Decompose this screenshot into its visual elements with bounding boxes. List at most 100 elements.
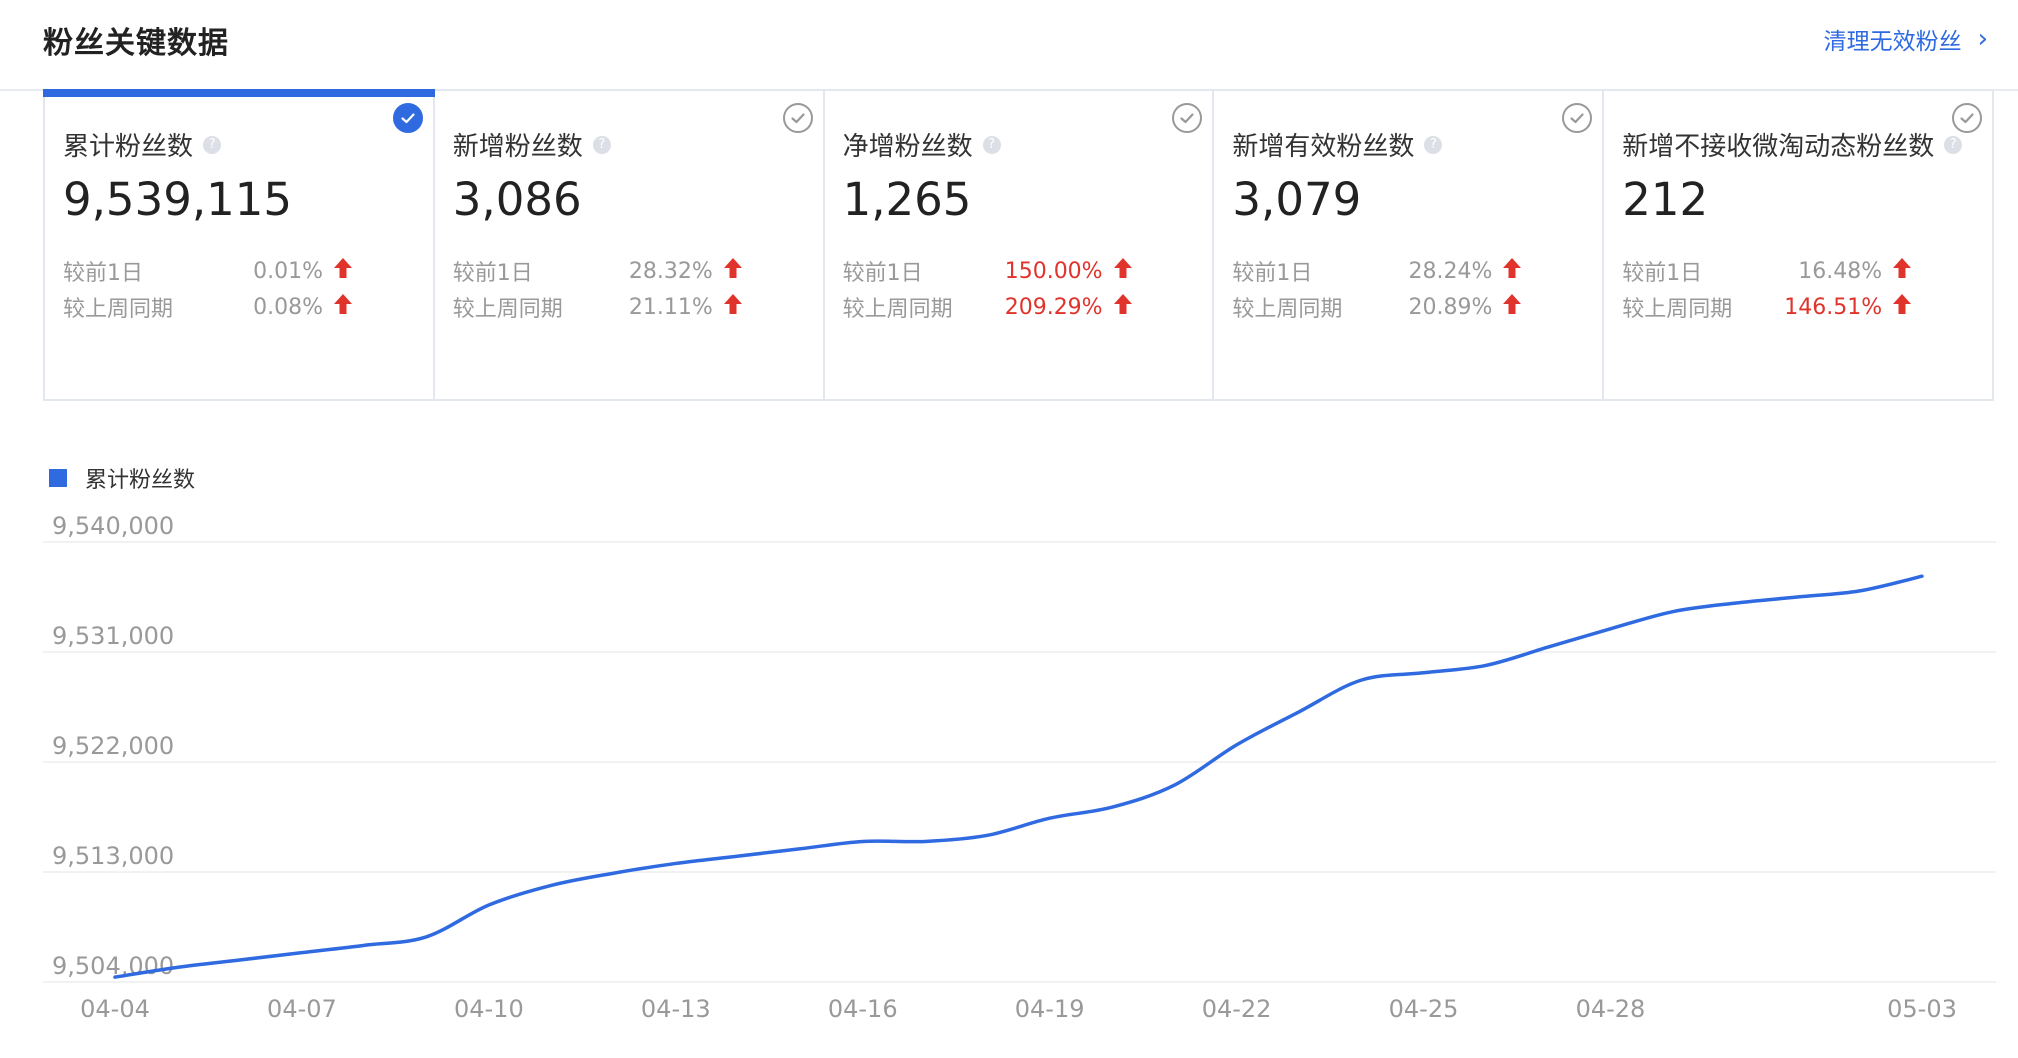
compare-value: 0.08% xyxy=(253,294,323,320)
data-point[interactable] xyxy=(234,954,246,966)
metric-value: 1,265 xyxy=(842,173,972,226)
data-point[interactable] xyxy=(421,931,433,943)
data-point[interactable] xyxy=(545,879,557,891)
check-circle-icon[interactable] xyxy=(1951,103,1982,133)
data-point[interactable] xyxy=(1542,641,1554,653)
compare-value: 209.29% xyxy=(1004,294,1103,320)
question-circle-icon[interactable]: ? xyxy=(1944,135,1963,154)
x-tick-label: 04-13 xyxy=(641,995,711,1023)
data-point[interactable] xyxy=(1480,659,1492,671)
data-point[interactable] xyxy=(732,850,744,862)
page-header: 粉丝关键数据 清理无效粉丝 › xyxy=(0,0,2018,91)
check-circle-icon[interactable] xyxy=(782,103,813,133)
data-point[interactable] xyxy=(483,899,495,911)
data-point[interactable] xyxy=(1168,779,1180,791)
data-point[interactable] xyxy=(607,867,619,879)
check-circle-icon[interactable] xyxy=(392,103,423,133)
data-point[interactable] xyxy=(1791,591,1803,603)
data-point[interactable] xyxy=(1854,585,1866,597)
x-tick-label: 04-25 xyxy=(1389,995,1459,1023)
x-tick-label: 04-10 xyxy=(454,995,524,1023)
question-circle-icon[interactable]: ? xyxy=(592,135,611,154)
data-point[interactable] xyxy=(171,961,183,973)
data-point[interactable] xyxy=(857,835,869,847)
data-point[interactable] xyxy=(981,829,993,841)
page-title: 粉丝关键数据 xyxy=(43,26,229,61)
chart-legend[interactable]: 累计粉丝数 xyxy=(49,462,195,494)
arrow-up-icon xyxy=(1892,257,1912,285)
y-tick-label: 9,540,000 xyxy=(52,512,174,540)
line-chart: 9,504,0009,513,0009,522,0009,531,0009,54… xyxy=(43,512,1996,1023)
metric-card-1[interactable]: 累计粉丝数? 9,539,115 较前1日 0.01% 较上周同期 0.08% xyxy=(43,89,435,401)
metric-label-text: 新增有效粉丝数 xyxy=(1232,132,1415,162)
arrow-up-icon xyxy=(1502,257,1522,285)
compare-label: 较前1日 xyxy=(842,261,923,286)
data-point[interactable] xyxy=(1604,623,1616,635)
metric-value: 9,539,115 xyxy=(63,173,293,226)
data-point[interactable] xyxy=(109,971,121,983)
x-tick-label: 04-22 xyxy=(1202,995,1272,1023)
metric-label: 净增粉丝数? xyxy=(843,129,1187,165)
data-point[interactable] xyxy=(1729,597,1741,609)
metric-value: 212 xyxy=(1622,173,1709,226)
clean-invalid-fans-link[interactable]: 清理无效粉丝 › xyxy=(1824,22,1988,56)
metric-label: 新增不接收微淘动态粉丝数? xyxy=(1622,129,1966,165)
compare-value: 28.32% xyxy=(628,258,713,284)
y-tick-label: 9,513,000 xyxy=(52,842,174,870)
compare-value: 16.48% xyxy=(1798,258,1883,284)
arrow-up-icon xyxy=(723,293,743,321)
series-line xyxy=(113,574,1924,979)
metric-card-2[interactable]: 新增粉丝数? 3,086 较前1日 28.32% 较上周同期 21.11% xyxy=(434,89,825,401)
metric-cards: 累计粉丝数? 9,539,115 较前1日 0.01% 较上周同期 0.08% … xyxy=(43,89,1994,401)
compare-row: 较前1日 16.48% xyxy=(1622,253,1992,289)
data-point[interactable] xyxy=(670,857,682,869)
arrow-up-icon xyxy=(1892,293,1912,321)
arrow-up-icon xyxy=(333,293,353,321)
compare-label: 较上周同期 xyxy=(842,297,953,322)
data-point[interactable] xyxy=(919,835,931,847)
question-circle-icon[interactable]: ? xyxy=(203,135,222,154)
data-point[interactable] xyxy=(794,843,806,855)
metric-value: 3,079 xyxy=(1232,173,1362,226)
x-tick-label: 05-03 xyxy=(1887,995,1957,1023)
compare-value: 150.00% xyxy=(1004,258,1103,284)
compare-label: 较上周同期 xyxy=(1622,297,1733,322)
clean-invalid-fans-label: 清理无效粉丝 xyxy=(1823,29,1962,55)
check-circle-icon[interactable] xyxy=(1562,103,1593,133)
compare-value: 0.01% xyxy=(253,258,323,284)
metric-card-3[interactable]: 净增粉丝数? 1,265 较前1日 150.00% 较上周同期 209.29% xyxy=(824,89,1215,401)
data-point[interactable] xyxy=(358,939,370,951)
metric-card-4[interactable]: 新增有效粉丝数? 3,079 较前1日 28.24% 较上周同期 20.89% xyxy=(1214,89,1605,401)
metric-label: 新增粉丝数? xyxy=(453,129,797,165)
data-point[interactable] xyxy=(1418,667,1430,679)
compare-block: 较前1日 16.48% 较上周同期 146.51% xyxy=(1622,253,1992,325)
x-tick-label: 04-16 xyxy=(828,995,898,1023)
question-circle-icon[interactable]: ? xyxy=(1424,135,1443,154)
metric-label-text: 新增粉丝数 xyxy=(452,132,583,162)
check-circle-icon[interactable] xyxy=(1172,103,1203,133)
y-tick-label: 9,522,000 xyxy=(52,732,174,760)
x-tick-label: 04-19 xyxy=(1015,995,1085,1023)
data-point[interactable] xyxy=(1355,674,1367,686)
question-circle-icon[interactable]: ? xyxy=(982,135,1001,154)
compare-label: 较上周同期 xyxy=(452,297,563,322)
arrow-up-icon xyxy=(1113,257,1133,285)
compare-label: 较前1日 xyxy=(63,261,143,286)
data-point[interactable] xyxy=(1293,706,1305,718)
metric-value: 3,086 xyxy=(452,173,582,226)
compare-value: 146.51% xyxy=(1784,294,1883,320)
data-point[interactable] xyxy=(1044,812,1056,824)
compare-value: 20.89% xyxy=(1408,294,1493,320)
compare-row: 较上周同期 21.11% xyxy=(453,289,823,325)
arrow-up-icon xyxy=(723,257,743,285)
metric-card-5[interactable]: 新增不接收微淘动态粉丝数? 212 较前1日 16.48% 较上周同期 146.… xyxy=(1604,89,1994,401)
compare-row: 较前1日 28.32% xyxy=(453,253,823,289)
data-point[interactable] xyxy=(1667,606,1679,618)
data-point[interactable] xyxy=(1231,739,1243,751)
data-point[interactable] xyxy=(1916,570,1928,582)
metric-label-text: 新增不接收微淘动态粉丝数 xyxy=(1622,132,1935,162)
data-point[interactable] xyxy=(1106,801,1118,813)
x-tick-label: 04-28 xyxy=(1576,995,1646,1023)
metric-label-text: 累计粉丝数 xyxy=(63,132,194,162)
data-point[interactable] xyxy=(296,947,308,959)
